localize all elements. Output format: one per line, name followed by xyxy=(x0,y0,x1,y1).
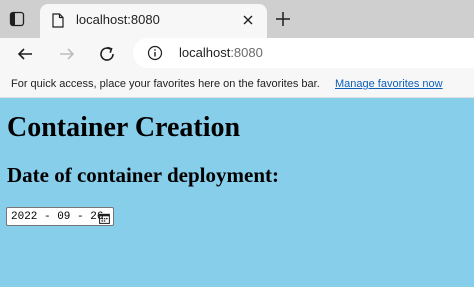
page-title: Container Creation xyxy=(7,112,241,143)
refresh-icon[interactable] xyxy=(98,45,116,63)
deployment-date-input[interactable]: 2022 - 09 - 26 xyxy=(6,207,114,226)
manage-favorites-link[interactable]: Manage favorites now xyxy=(335,77,443,91)
date-value: 2022 - 09 - 26 xyxy=(11,211,104,223)
calendar-icon[interactable] xyxy=(99,211,110,224)
url-host: localhost xyxy=(179,45,231,60)
tab-localhost[interactable]: localhost:8080 xyxy=(40,4,267,38)
tab-actions-icon[interactable] xyxy=(9,11,25,27)
browser-toolbar: localhost:8080 xyxy=(0,38,474,70)
close-icon[interactable] xyxy=(241,13,255,27)
url-port: :8080 xyxy=(230,45,263,60)
page-content: Container Creation Date of container dep… xyxy=(0,98,474,287)
favorites-bar-message: For quick access, place your favorites h… xyxy=(11,78,320,90)
tab-strip: localhost:8080 xyxy=(0,0,474,38)
info-icon[interactable] xyxy=(147,45,163,61)
page-icon xyxy=(52,13,64,28)
address-bar[interactable]: localhost:8080 xyxy=(133,38,474,68)
new-tab-icon[interactable] xyxy=(275,11,291,27)
back-icon[interactable] xyxy=(16,45,34,63)
deployment-date-heading: Date of container deployment: xyxy=(7,163,279,187)
favorites-bar: For quick access, place your favorites h… xyxy=(0,70,474,98)
forward-icon[interactable] xyxy=(58,45,76,63)
address-url: localhost:8080 xyxy=(179,45,263,61)
tab-title: localhost:8080 xyxy=(76,12,160,27)
